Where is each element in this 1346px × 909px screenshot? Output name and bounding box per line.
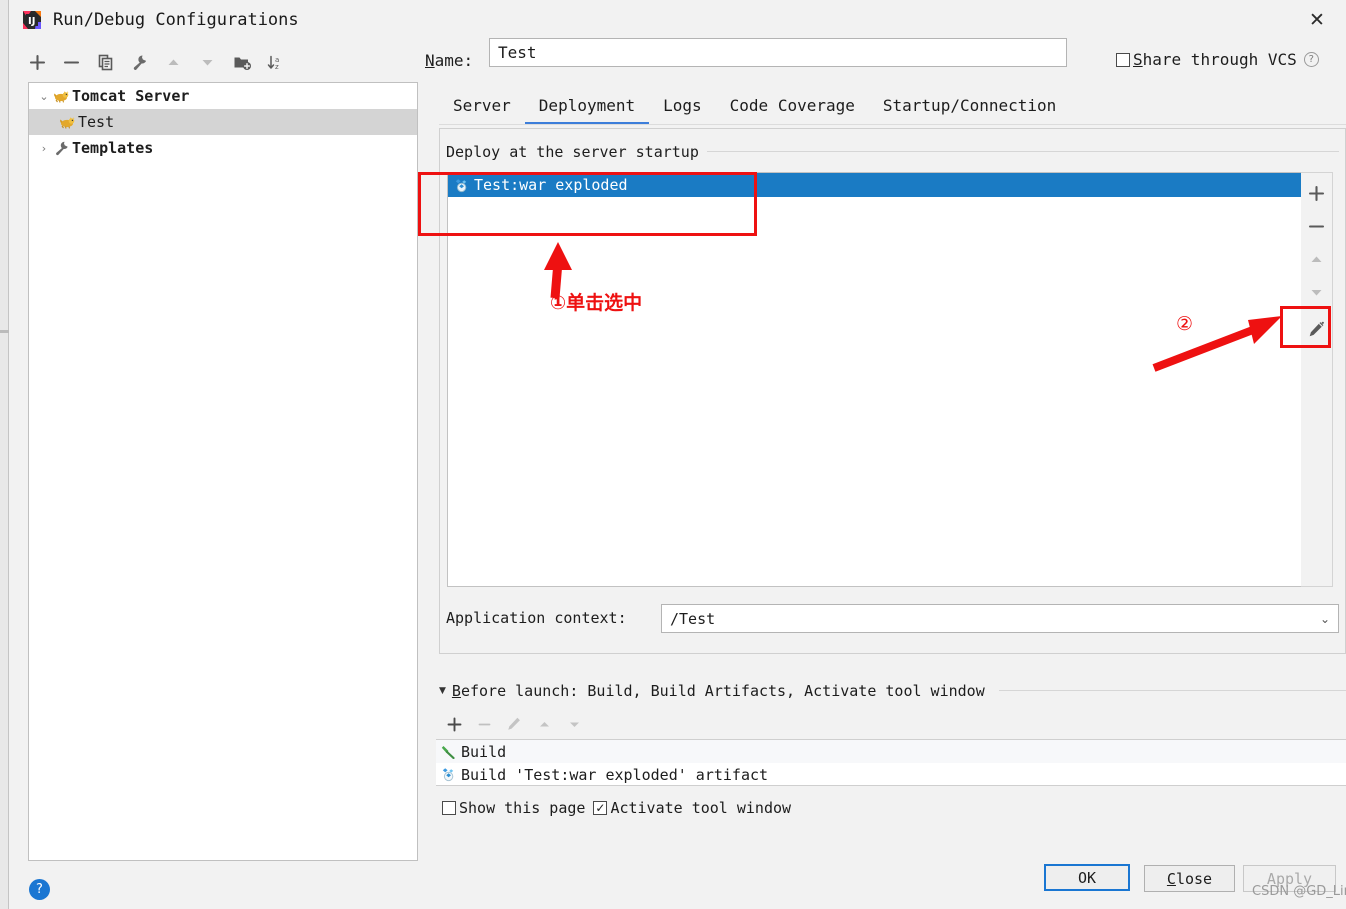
tab-server[interactable]: Server <box>439 92 525 121</box>
help-button[interactable]: ? <box>29 879 50 900</box>
new-folder-button[interactable] <box>227 49 256 76</box>
remove-artifact-button[interactable] <box>1301 210 1331 243</box>
move-artifact-up-button[interactable] <box>1301 243 1331 276</box>
background-window-scrollbar <box>0 330 9 333</box>
annotation-step2-text: ② <box>1176 313 1194 335</box>
tree-item-label: Templates <box>72 139 154 157</box>
before-launch-move-up-button[interactable] <box>529 712 559 736</box>
deploy-group-label: Deploy at the server startup <box>446 143 707 161</box>
artifact-icon <box>441 767 456 782</box>
activate-tool-window-checkbox[interactable]: ✓ <box>593 801 608 815</box>
artifact-icon <box>454 178 469 193</box>
chevron-right-icon[interactable]: › <box>35 142 53 155</box>
help-icon[interactable]: ? <box>1303 52 1319 67</box>
list-item-label: Test:war exploded <box>474 176 628 194</box>
remove-before-launch-task-button[interactable] <box>469 712 499 736</box>
move-up-button[interactable] <box>159 49 188 76</box>
list-item[interactable]: Test:war exploded <box>448 173 1308 197</box>
tree-item-tomcat-server[interactable]: ⌄ Tomcat Server <box>29 83 417 109</box>
tomcat-icon <box>53 89 70 104</box>
share-label-mnemonic: S <box>1133 50 1143 69</box>
tree-item-label: Tomcat Server <box>72 87 190 105</box>
triangle-down-icon[interactable]: ▼ <box>439 686 446 696</box>
tomcat-icon <box>59 115 76 130</box>
share-label-rest: hare through VCS <box>1142 50 1297 69</box>
list-item[interactable]: Build 'Test:war exploded' artifact <box>436 763 1346 786</box>
watermark: CSDN @GD_Limi <box>1252 884 1346 899</box>
deployment-artifacts-list[interactable]: Test:war exploded <box>447 172 1309 587</box>
activate-tool-window-label: Activate tool window <box>610 799 792 817</box>
chevron-down-icon[interactable]: ⌄ <box>35 90 53 103</box>
before-launch-header[interactable]: ▼ Before launch: Build, Build Artifacts,… <box>439 682 985 700</box>
run-debug-configurations-dialog: IJ Run/Debug Configurations ✕ a z ⌄ Tomc… <box>9 0 1346 909</box>
name-label-rest: ame: <box>434 51 474 70</box>
configurations-toolbar: a z <box>23 46 418 79</box>
move-down-button[interactable] <box>193 49 222 76</box>
chevron-down-icon[interactable]: ⌄ <box>1320 612 1330 626</box>
add-configuration-button[interactable] <box>23 49 52 76</box>
application-context-label: Application context: <box>446 609 627 627</box>
ok-button-label: OK <box>1077 868 1097 887</box>
before-launch-mnemonic: B <box>451 682 461 700</box>
tree-item-test[interactable]: Test <box>29 109 417 135</box>
configurations-tree[interactable]: ⌄ Tomcat Server Test › Templates <box>28 82 418 861</box>
deployment-side-toolbar <box>1301 172 1333 587</box>
share-through-vcs-checkbox[interactable]: Share through VCS ? <box>1116 50 1319 69</box>
add-before-launch-task-button[interactable] <box>439 712 469 736</box>
close-icon[interactable]: ✕ <box>1294 4 1340 36</box>
tree-item-templates[interactable]: › Templates <box>29 135 417 161</box>
name-label: Name: <box>425 51 473 70</box>
before-launch-toolbar <box>439 712 589 736</box>
wrench-icon <box>53 141 70 156</box>
name-label-mnemonic: N <box>425 51 435 70</box>
task-label: Build 'Test:war exploded' artifact <box>461 765 769 784</box>
window-title: Run/Debug Configurations <box>53 9 299 30</box>
checkmark-icon: ✓ <box>595 801 606 815</box>
task-label: Build <box>461 742 507 761</box>
remove-configuration-button[interactable] <box>57 49 86 76</box>
show-this-page-label: Show this page <box>459 799 586 817</box>
annotation-arrow-2 <box>1152 316 1282 372</box>
copy-configuration-button[interactable] <box>91 49 120 76</box>
tab-logs[interactable]: Logs <box>649 92 716 121</box>
before-launch-move-down-button[interactable] <box>559 712 589 736</box>
name-input[interactable]: Test <box>489 38 1067 67</box>
move-artifact-down-button[interactable] <box>1301 276 1331 309</box>
tree-item-label: Test <box>78 113 115 131</box>
name-input-value: Test <box>498 43 537 62</box>
close-button-label: lose <box>1175 869 1213 888</box>
edit-before-launch-task-button[interactable] <box>499 712 529 736</box>
edit-artifact-button[interactable] <box>1301 313 1331 346</box>
before-launch-task-list[interactable]: Build Build 'Test:war exploded' artifact <box>436 739 1346 786</box>
ok-button[interactable]: OK <box>1044 864 1130 891</box>
sort-configurations-button[interactable]: a z <box>261 49 290 76</box>
share-checkbox-box[interactable] <box>1116 52 1130 67</box>
tab-deployment[interactable]: Deployment <box>524 92 650 125</box>
edit-templates-button[interactable] <box>125 49 154 76</box>
svg-text:z: z <box>275 63 279 71</box>
list-item[interactable]: Build <box>436 740 1346 763</box>
application-context-combobox[interactable]: /Test ⌄ <box>661 604 1339 633</box>
screenshot-root: IJ Run/Debug Configurations ✕ a z ⌄ Tomc… <box>0 0 1346 909</box>
intellij-idea-icon: IJ <box>22 10 42 30</box>
add-artifact-button[interactable] <box>1301 177 1331 210</box>
annotation-step1-text: ①单击选中 <box>550 292 643 314</box>
before-launch-options: Show this page ✓ Activate tool window <box>442 799 791 817</box>
before-launch-separator <box>999 690 1346 691</box>
tab-code-coverage[interactable]: Code Coverage <box>716 92 869 121</box>
show-this-page-checkbox[interactable] <box>442 801 456 815</box>
background-window-sliver <box>0 0 9 909</box>
hammer-icon <box>441 744 456 759</box>
tab-startup-connection[interactable]: Startup/Connection <box>869 92 1070 121</box>
tabs-divider <box>439 124 1346 125</box>
close-button[interactable]: Close <box>1144 865 1235 892</box>
svg-text:IJ: IJ <box>28 16 35 27</box>
title-bar: IJ Run/Debug Configurations ✕ <box>9 0 1346 39</box>
before-launch-title: efore launch: Build, Build Artifacts, Ac… <box>460 682 985 700</box>
application-context-value: /Test <box>670 609 716 628</box>
configuration-tabs: Server Deployment Logs Code Coverage Sta… <box>439 92 1070 125</box>
close-button-mnemonic: C <box>1166 869 1176 888</box>
